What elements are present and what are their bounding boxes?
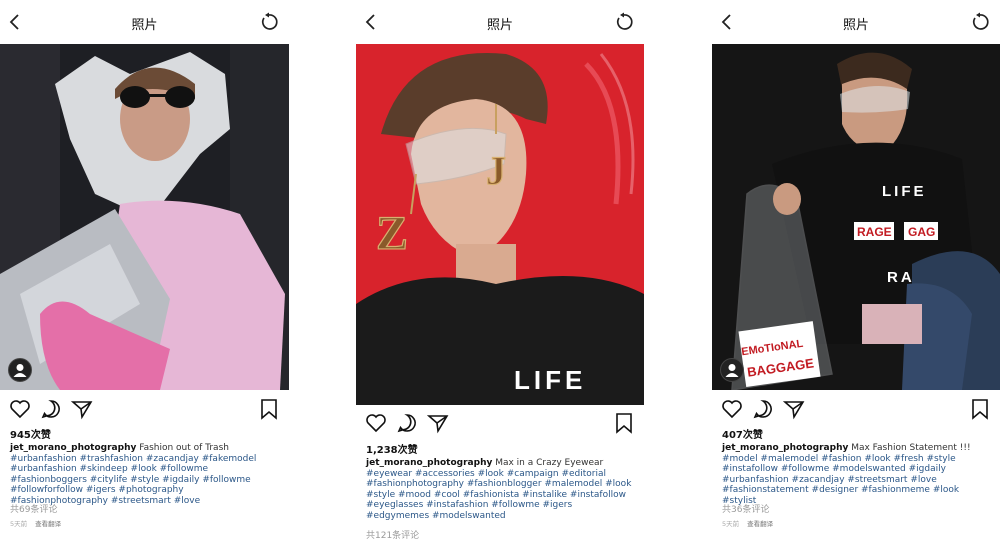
post-photo[interactable]: Z J LIFE xyxy=(356,44,644,405)
caption-text: Fashion out of Trash xyxy=(139,443,229,453)
paper-plane-icon[interactable] xyxy=(783,398,805,420)
refresh-icon[interactable] xyxy=(970,12,990,32)
action-bar xyxy=(0,398,289,424)
username-link[interactable]: jet_morano_photography xyxy=(366,458,492,468)
hashtags[interactable]: #model #malemodel #fashion #look #fresh … xyxy=(722,454,959,506)
shirt-print-line1: LIFE xyxy=(882,183,927,200)
chevron-left-icon[interactable] xyxy=(720,13,734,31)
username-link[interactable]: jet_morano_photography xyxy=(722,443,848,453)
page-title: 照片 xyxy=(842,18,869,33)
post-panel-3: 照片 LIFE RAGE GAG RA EMoTIoNAL BAGGAGE 40… xyxy=(712,0,1000,540)
comment-icon[interactable] xyxy=(40,398,62,420)
earring-z: Z xyxy=(376,207,408,260)
header-bar: 照片 xyxy=(356,0,644,45)
post-photo[interactable]: LIFE RAGE GAG RA EMoTIoNAL BAGGAGE xyxy=(712,44,1000,390)
heart-icon[interactable] xyxy=(365,412,387,434)
action-bar xyxy=(356,412,644,438)
heart-icon[interactable] xyxy=(721,398,743,420)
comment-icon[interactable] xyxy=(752,398,774,420)
shirt-print-line2b: GAG xyxy=(908,225,935,239)
view-comments-link[interactable]: 共121条评论 xyxy=(366,528,419,540)
post-panel-1: 照片 945次赞 jet_morano_photography Fashion … xyxy=(0,0,289,540)
paper-plane-icon[interactable] xyxy=(427,412,449,434)
view-comments-link[interactable]: 共36条评论 xyxy=(722,502,769,515)
post-caption: jet_morano_photography Max in a Crazy Ey… xyxy=(366,458,636,522)
caption-text: Max in a Crazy Eyewear xyxy=(495,458,604,468)
view-translation-link[interactable]: 查看翻译 xyxy=(747,520,773,528)
page-title: 照片 xyxy=(486,18,513,33)
action-bar xyxy=(712,398,1000,424)
bookmark-icon[interactable] xyxy=(613,412,635,434)
chevron-left-icon[interactable] xyxy=(8,13,22,31)
username-link[interactable]: jet_morano_photography xyxy=(10,443,136,453)
post-meta: 5天前 查看翻译 xyxy=(10,518,61,528)
page-title: 照片 xyxy=(131,18,158,33)
like-count[interactable]: 945次赞 xyxy=(10,426,51,441)
like-count[interactable]: 1,238次赞 xyxy=(366,441,418,456)
header-bar: 照片 xyxy=(0,0,289,45)
hashtags[interactable]: #eyewear #accessories #look #campaign #e… xyxy=(366,469,631,521)
comment-icon[interactable] xyxy=(396,412,418,434)
view-comments-link[interactable]: 共69条评论 xyxy=(10,502,57,515)
header-bar: 照片 xyxy=(712,0,1000,45)
post-meta: 5天前 查看翻译 xyxy=(722,518,773,528)
paper-plane-icon[interactable] xyxy=(71,398,93,420)
bookmark-icon[interactable] xyxy=(969,398,991,420)
chevron-left-icon[interactable] xyxy=(364,13,378,31)
timestamp: 5天前 xyxy=(722,520,740,528)
refresh-icon[interactable] xyxy=(614,12,634,32)
post-panel-2: 照片 Z J LIFE 1,238次赞 jet_morano_photograp… xyxy=(356,0,644,540)
user-icon[interactable] xyxy=(720,358,744,382)
like-count[interactable]: 407次赞 xyxy=(722,426,763,441)
bookmark-icon[interactable] xyxy=(258,398,280,420)
refresh-icon[interactable] xyxy=(259,12,279,32)
post-photo[interactable] xyxy=(0,44,289,390)
timestamp: 5天前 xyxy=(10,520,28,528)
shirt-print: LIFE xyxy=(514,365,586,395)
earring-j: J xyxy=(486,148,506,193)
shirt-print-line2a: RAGE xyxy=(857,225,892,239)
view-translation-link[interactable]: 查看翻译 xyxy=(35,520,61,528)
user-icon[interactable] xyxy=(8,358,32,382)
post-caption: jet_morano_photography Fashion out of Tr… xyxy=(10,443,281,507)
hashtags[interactable]: #urbanfashion #trashfashion #zacandjay #… xyxy=(10,454,256,506)
caption-text: Max Fashion Statement !!! xyxy=(851,443,971,453)
heart-icon[interactable] xyxy=(9,398,31,420)
post-caption: jet_morano_photography Max Fashion State… xyxy=(722,443,992,507)
shirt-print-line3: RA xyxy=(887,269,915,286)
